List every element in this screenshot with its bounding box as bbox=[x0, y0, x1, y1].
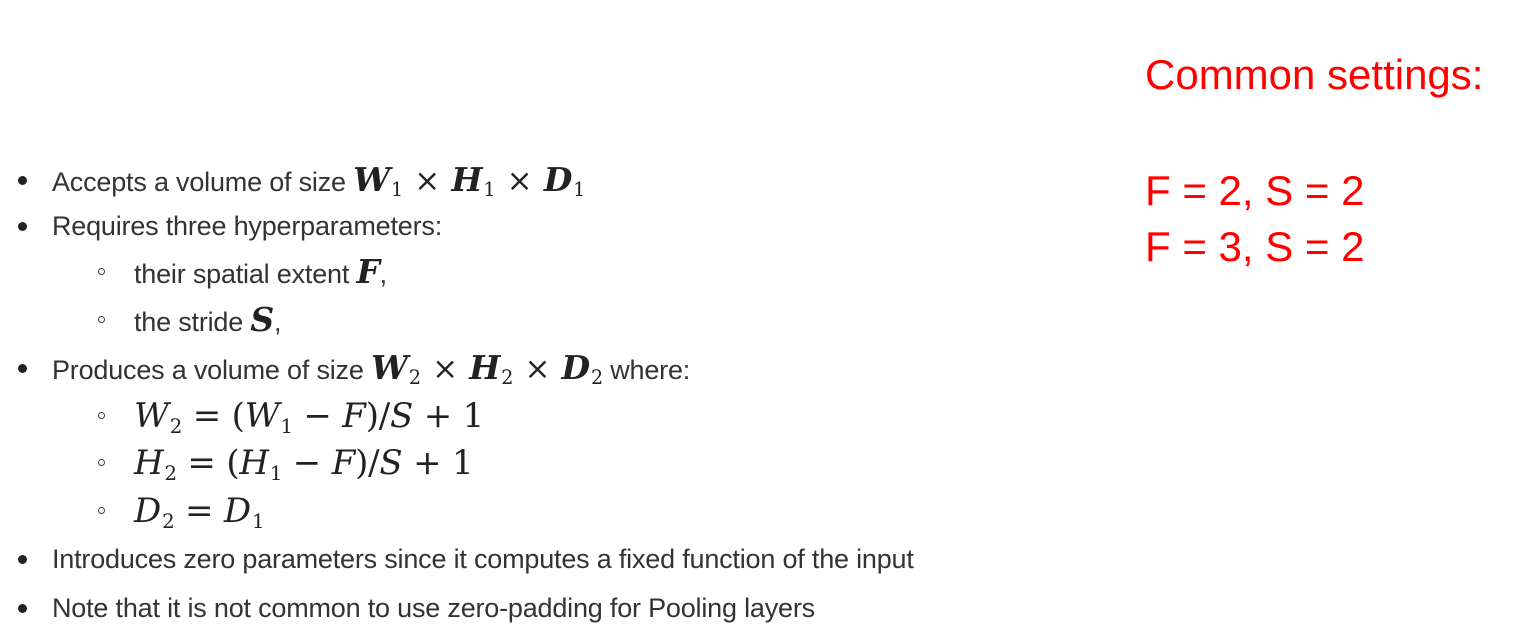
bullet-text: Requires three hyperparameters: bbox=[52, 211, 442, 241]
bullet-produces-volume: Produces a volume of size W2 × H2 × D2 w… bbox=[18, 348, 691, 396]
bullet-circle-icon bbox=[98, 268, 105, 275]
subbullet-h2-formula: H2 = (H1 − F)/S + 1 bbox=[98, 443, 474, 492]
bullet-text: Accepts a volume of size bbox=[52, 167, 346, 197]
common-settings-title: Common settings: bbox=[1145, 51, 1484, 98]
bullet-list: Accepts a volume of size W1 × H1 × D1 Re… bbox=[0, 0, 1120, 642]
bullet-text: Introduces zero parameters since it comp… bbox=[52, 544, 914, 574]
bullet-text: their spatial extent bbox=[134, 259, 350, 289]
bullet-text: Produces a volume of size bbox=[52, 355, 364, 385]
equation-w2: W2 = (W1 − F)/S + 1 bbox=[134, 396, 485, 438]
bullet-circle-icon bbox=[98, 459, 105, 466]
setting-item: F = 3, S = 2 bbox=[1145, 223, 1365, 270]
bullet-zero-padding-note: Note that it is not common to use zero-p… bbox=[18, 590, 815, 626]
bullet-dot-icon bbox=[18, 555, 27, 564]
bullet-dot-icon bbox=[18, 364, 27, 373]
bullet-zero-parameters: Introduces zero parameters since it comp… bbox=[18, 541, 914, 577]
subbullet-spatial-extent: their spatial extent F, bbox=[98, 252, 388, 292]
math-variable-f: F bbox=[356, 252, 380, 291]
bullet-circle-icon bbox=[98, 507, 105, 514]
bullet-suffix: where: bbox=[610, 355, 691, 385]
bullet-dot-icon bbox=[18, 604, 27, 613]
equation-h2: H2 = (H1 − F)/S + 1 bbox=[134, 443, 474, 485]
common-settings-panel: Common settings: F = 2, S = 2 F = 3, S =… bbox=[1145, 0, 1540, 642]
bullet-circle-icon bbox=[98, 412, 105, 419]
bullet-circle-icon bbox=[98, 316, 105, 323]
math-output-size: W2 × H2 × D2 bbox=[370, 348, 603, 390]
bullet-dot-icon bbox=[18, 176, 27, 185]
bullet-requires-hyperparameters: Requires three hyperparameters: bbox=[18, 208, 442, 244]
bullet-text: the stride bbox=[134, 307, 244, 337]
bullet-accepts-volume: Accepts a volume of size W1 × H1 × D1 bbox=[18, 160, 586, 208]
equation-d2: D2 = D1 bbox=[134, 491, 265, 533]
subbullet-stride: the stride S, bbox=[98, 300, 282, 340]
bullet-suffix: , bbox=[274, 307, 282, 337]
math-variable-s: S bbox=[250, 300, 275, 339]
bullet-dot-icon bbox=[18, 222, 27, 231]
bullet-suffix: , bbox=[379, 259, 388, 289]
math-input-size: W1 × H1 × D1 bbox=[353, 160, 586, 202]
bullet-text: Note that it is not common to use zero-p… bbox=[52, 593, 815, 623]
setting-item: F = 2, S = 2 bbox=[1145, 167, 1365, 214]
subbullet-d2-formula: D2 = D1 bbox=[98, 491, 265, 540]
subbullet-w2-formula: W2 = (W1 − F)/S + 1 bbox=[98, 396, 485, 445]
